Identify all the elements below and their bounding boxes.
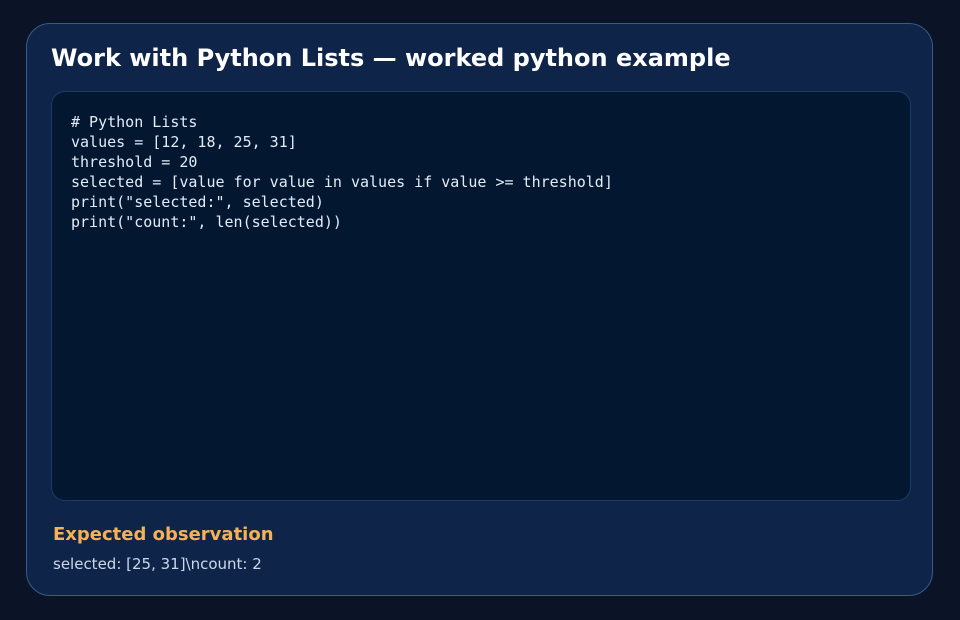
code-line: threshold = 20 <box>71 153 198 171</box>
code-panel: # Python Lists values = [12, 18, 25, 31] t… <box>51 91 911 501</box>
page-title: Work with Python Lists — worked python e… <box>51 44 731 72</box>
code-line: print("selected:", selected) <box>71 193 324 211</box>
code-line: values = [12, 18, 25, 31] <box>71 133 297 151</box>
code-line: print("count:", len(selected)) <box>71 213 342 231</box>
example-card: Work with Python Lists — worked python e… <box>26 23 933 596</box>
code-line: selected = [value for value in values if… <box>71 173 613 191</box>
code-block: # Python Lists values = [12, 18, 25, 31] t… <box>71 112 613 232</box>
observation-heading: Expected observation <box>53 524 274 545</box>
code-line: # Python Lists <box>71 113 198 131</box>
observation-text: selected: [25, 31]\ncount: 2 <box>53 555 262 573</box>
